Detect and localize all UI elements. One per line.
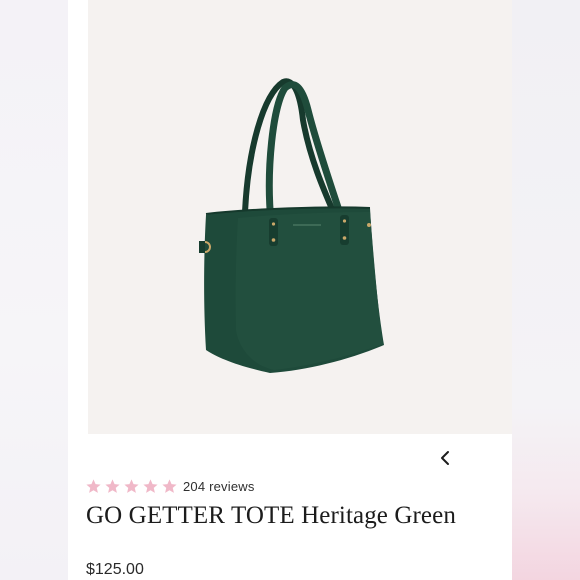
chevron-left-icon bbox=[441, 451, 449, 465]
product-price: $125.00 bbox=[86, 561, 144, 578]
rating-row[interactable]: 204 reviews bbox=[85, 476, 255, 496]
product-title: GO GETTER TOTE Heritage Green bbox=[86, 502, 456, 529]
product-card: 204 reviews GO GETTER TOTE Heritage Gree… bbox=[68, 0, 512, 580]
background-left bbox=[0, 0, 68, 580]
gallery-prev-button[interactable] bbox=[434, 446, 458, 470]
star-rating bbox=[85, 478, 178, 495]
background-right bbox=[512, 0, 580, 580]
star-icon bbox=[86, 478, 101, 493]
reviews-link[interactable]: 204 reviews bbox=[183, 479, 255, 494]
star-icon bbox=[105, 478, 120, 493]
green-tote-bag-image bbox=[199, 78, 384, 373]
star-icon bbox=[143, 478, 158, 493]
product-image[interactable] bbox=[88, 0, 512, 434]
star-icon bbox=[162, 478, 177, 493]
star-icon bbox=[124, 478, 139, 493]
